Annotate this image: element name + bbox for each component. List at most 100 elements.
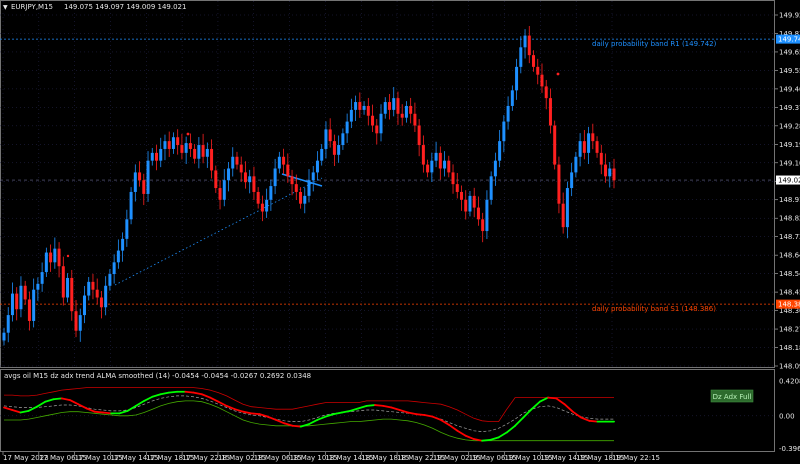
candle-body [409,105,413,114]
candle-body [294,184,298,192]
osc-fast-segment [184,390,195,394]
candle-body [74,311,78,331]
y-tick-label: 148.640 [779,252,800,260]
candle-body [142,180,146,194]
candle-body [307,180,311,196]
candle-body [379,113,383,134]
dz-adx-button-label[interactable]: Dz Adx Full [713,393,752,401]
candle-body [205,148,209,157]
candle-body [443,160,447,169]
osc-tick-label: 0.4208 [779,377,800,385]
candle-body [612,168,616,181]
candle-body [426,164,430,173]
candle-body [40,272,44,284]
signal-marker [66,254,70,258]
candle-body [481,219,485,232]
candle-body [6,315,10,333]
candle-body [282,156,286,165]
y-tick-label: 148.915 [779,196,800,204]
current-price-tag-text: 149.021 [778,177,800,185]
candle-body [421,145,425,165]
signal-marker [186,132,190,136]
osc-fast-segment [291,424,302,428]
y-tick-label: 149.465 [779,85,800,93]
candle-body [358,102,362,110]
candle-body [133,172,137,192]
candle-body [460,191,463,200]
candle-body [188,143,192,149]
candle-body [362,105,366,110]
candle-body [176,137,180,146]
candle-body [468,195,472,212]
band-r1-tag-text: 149.742 [778,36,800,44]
osc-fast-segment [588,419,599,423]
candle-body [57,248,61,267]
candle-body [112,262,116,275]
y-tick-label: 149.280 [779,122,800,130]
candle-body [150,152,154,161]
candle-body [519,47,523,67]
candle-body [493,160,497,177]
candle-body [210,148,214,171]
osc-fast-segment [365,404,376,407]
candle-body [324,129,328,149]
candle-body [82,295,86,316]
candle-body [532,55,536,67]
candle-body [438,152,442,169]
candle-body [108,274,112,286]
candle-body [455,184,459,192]
candle-body [252,176,256,192]
candle-body [447,160,451,173]
candle-body [396,98,400,114]
candle-body [548,98,552,126]
candle-body [218,188,222,200]
candle-body [328,129,332,142]
candle-body [231,156,235,169]
candle-body [91,281,95,290]
candle-body [19,285,23,310]
candle-body [582,141,586,153]
chart-background [0,0,800,464]
candle-body [27,299,31,321]
candle-body [15,293,19,310]
candle-body [70,277,74,312]
candle-body [430,160,434,173]
candle-body [523,35,527,48]
candle-body [95,289,99,298]
candle-body [375,125,379,134]
y-tick-label: 149.100 [779,159,800,167]
candle-body [464,199,468,212]
candle-body [434,152,438,161]
candle-body [256,191,260,204]
symbol-menu-icon[interactable]: ▼ [3,4,8,11]
candle-body [565,188,569,228]
osc-fast-segment [52,397,63,401]
osc-fast-segment [374,404,385,407]
candle-body [78,315,82,331]
candle-body [167,141,171,149]
y-tick-label: 149.920 [779,12,800,20]
candle-body [349,109,353,122]
candle-body [129,191,133,220]
candle-body [290,176,294,185]
candle-body [451,172,455,185]
candle-body [138,172,142,181]
candle-body [485,199,489,232]
chart[interactable]: daily probability band R1 (149.742) dail… [0,0,800,464]
candle-body [536,66,540,75]
candle-body [557,164,561,204]
candle-body [66,277,70,298]
candle-body [49,252,53,263]
candle-body [553,125,557,165]
candle-body [116,250,120,263]
candle-body [104,285,108,308]
candle-body [599,152,603,165]
ohlc-readout: 149.075 149.097 149.009 149.021 [64,3,186,11]
candle-body [570,172,574,189]
candle-body [214,170,218,189]
candle-body [489,176,493,200]
y-tick-label: 148.545 [779,270,800,278]
candle-body [371,115,375,126]
candle-body [366,105,370,116]
y-tick-label: 148.820 [779,215,800,223]
